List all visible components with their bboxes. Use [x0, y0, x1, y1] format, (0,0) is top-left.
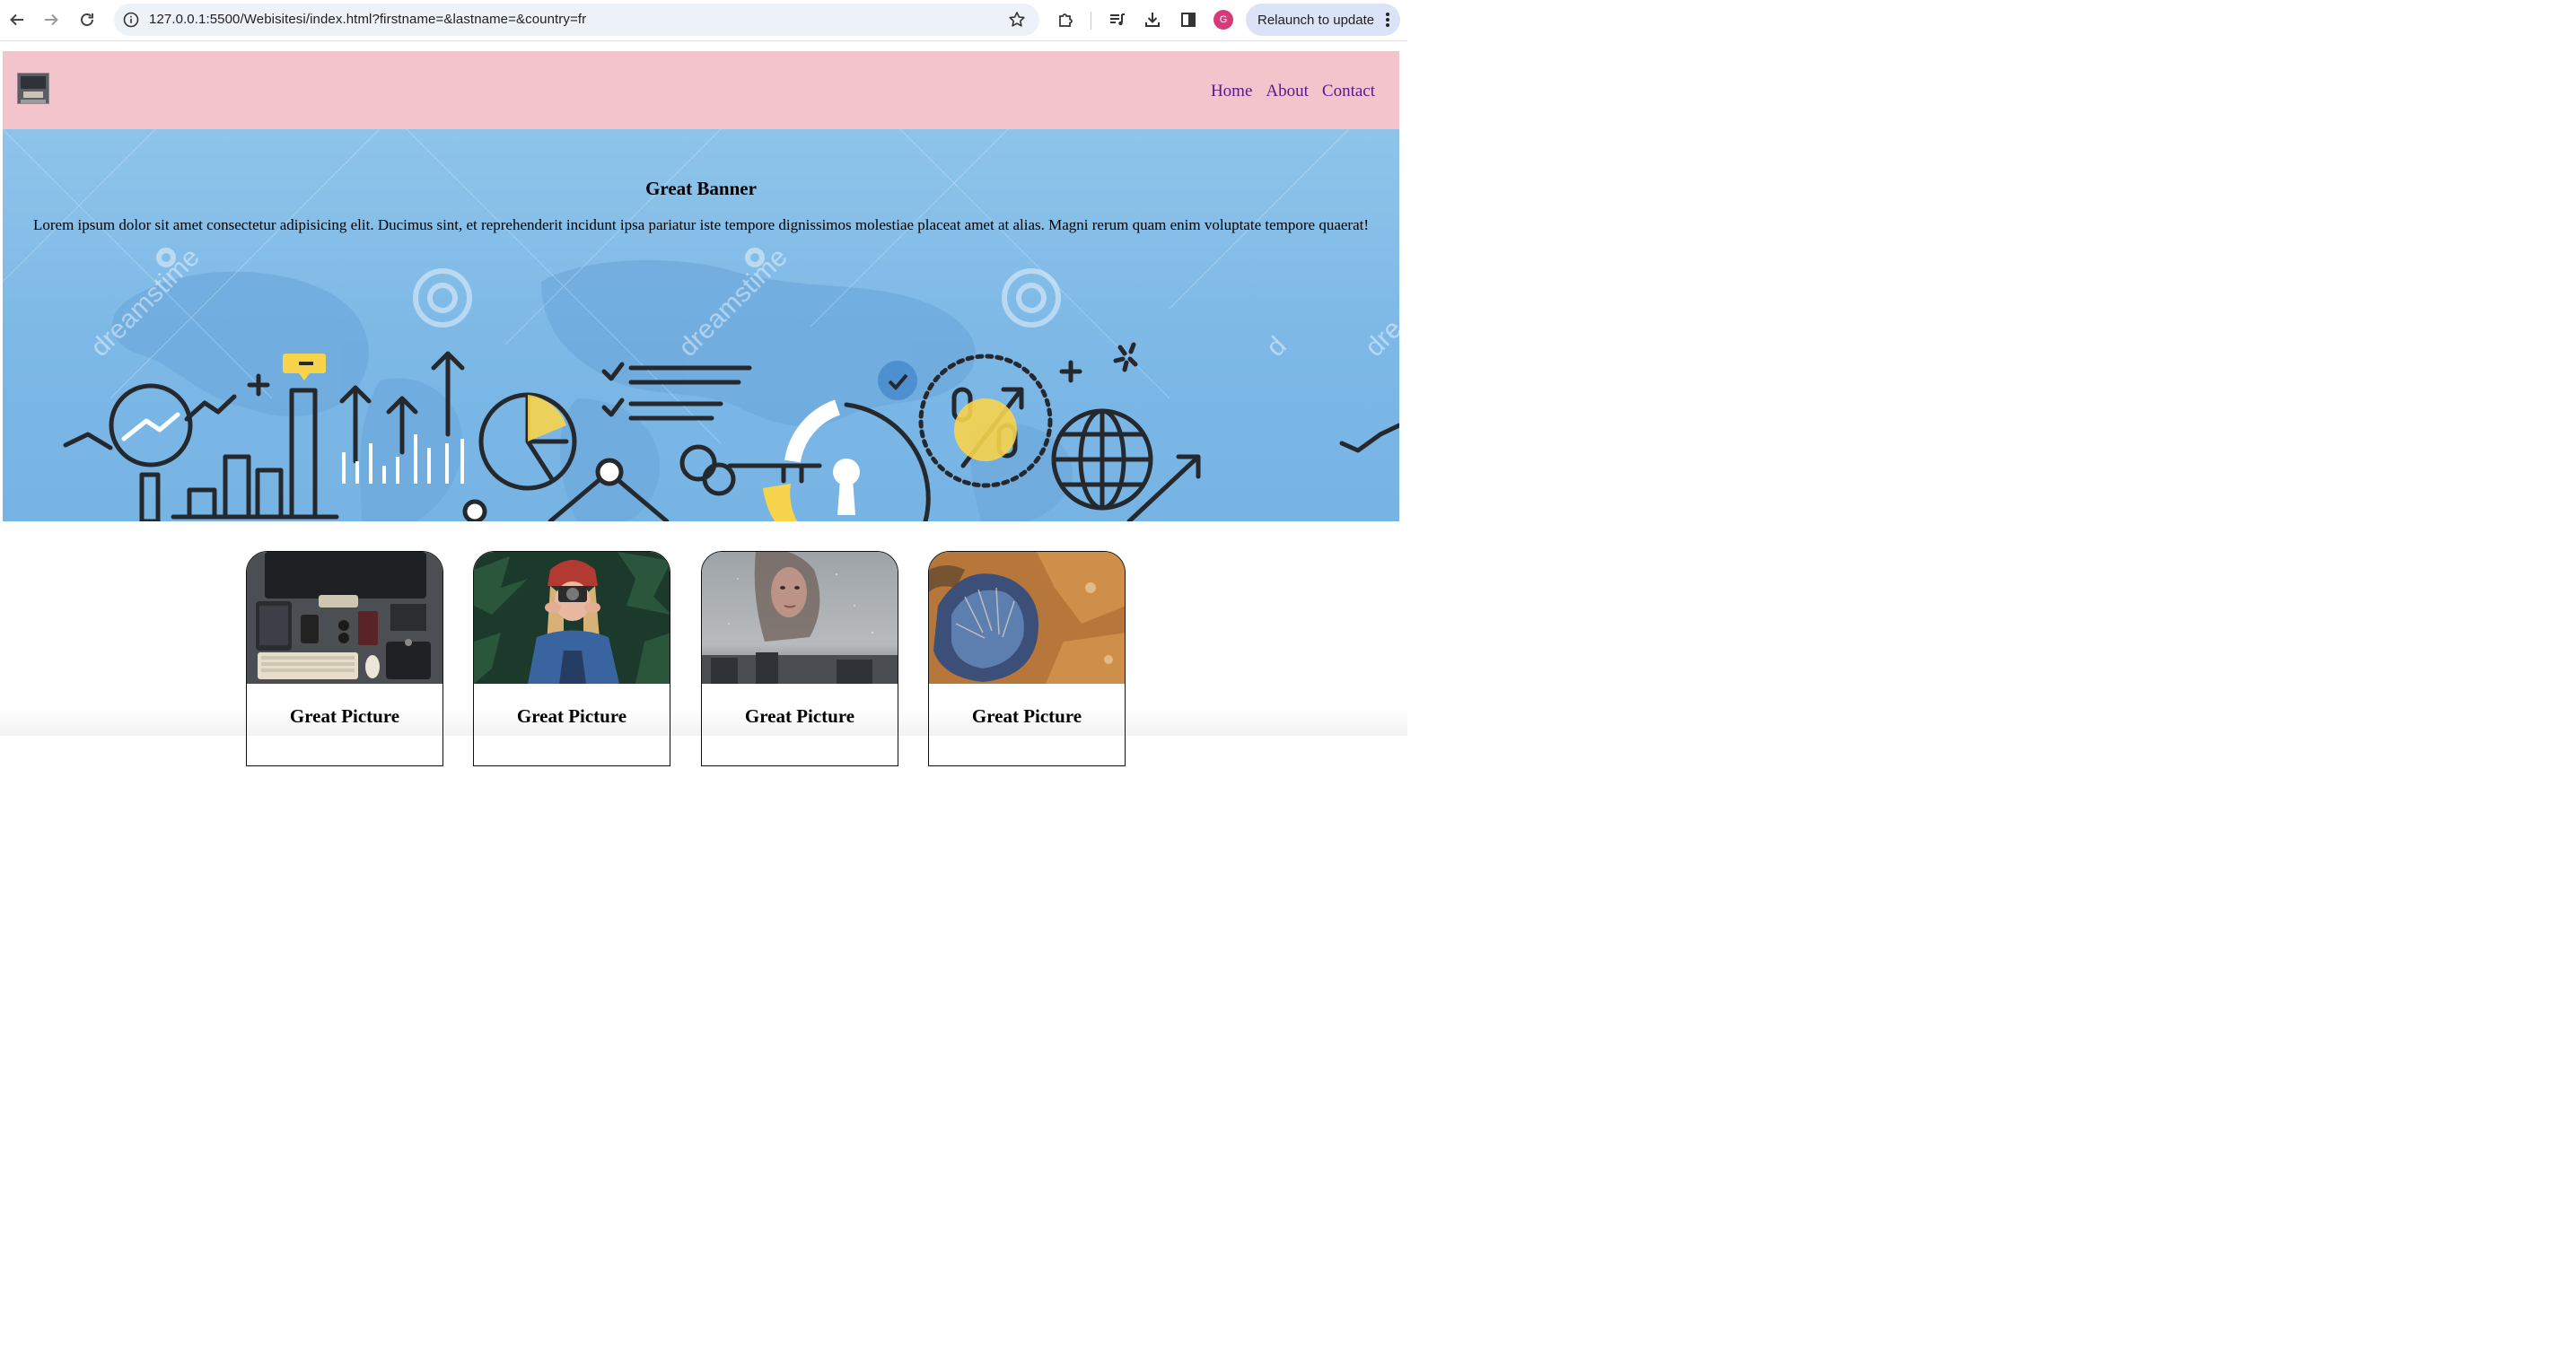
url-text[interactable]: 127.0.0.1:5500/Webisitesi/index.html?fir…	[149, 12, 586, 27]
card-title: Great Picture	[971, 705, 1082, 727]
side-panel-button[interactable]	[1176, 7, 1201, 32]
extensions-button[interactable]	[1053, 7, 1078, 32]
svg-text:d: d	[1261, 331, 1292, 363]
forward-arrow-icon	[45, 13, 58, 26]
puzzle-icon	[1059, 13, 1073, 27]
forward-button[interactable]	[39, 7, 64, 32]
relaunch-label: Relaunch to update	[1257, 12, 1375, 28]
nav-link-home[interactable]: Home	[1211, 82, 1252, 101]
downloads-button[interactable]	[1140, 7, 1165, 32]
card-window-portrait[interactable]: Great Picture	[701, 551, 898, 766]
site-logo[interactable]	[17, 73, 49, 104]
playlist-icon	[1110, 13, 1125, 26]
reload-button[interactable]	[74, 7, 100, 32]
aerial-crater-image	[929, 552, 1125, 684]
banner-title: Great Banner	[645, 178, 757, 199]
card-title: Great Picture	[289, 705, 400, 727]
address-bar[interactable]: 127.0.0.1:5500/Webisitesi/index.html?fir…	[114, 4, 1039, 36]
relaunch-button[interactable]: Relaunch to update	[1246, 4, 1400, 36]
download-icon	[1145, 13, 1160, 27]
card-title: Great Picture	[516, 705, 627, 727]
reload-icon	[81, 13, 93, 26]
desk-workspace-image	[247, 552, 442, 684]
nav-link-about[interactable]: About	[1266, 82, 1309, 101]
woman-behind-window-image	[702, 552, 898, 684]
main-nav: Home About Contact	[1211, 82, 1375, 101]
bookmark-star-icon[interactable]	[1007, 10, 1027, 30]
media-controls-button[interactable]	[1105, 7, 1130, 32]
banner-description: Lorem ipsum dolor sit amet consectetur a…	[32, 216, 1369, 233]
site-info-icon[interactable]	[121, 10, 141, 30]
card-title: Great Picture	[744, 705, 855, 727]
card-photographer[interactable]: Great Picture	[473, 551, 670, 766]
back-button[interactable]	[4, 7, 30, 32]
hero-banner: dreamstime dreamstime d dre Great Banner…	[3, 129, 1399, 521]
nav-link-contact[interactable]: Contact	[1322, 82, 1375, 101]
svg-text:dre: dre	[1360, 314, 1399, 363]
profile-avatar[interactable]: G	[1214, 10, 1233, 30]
more-menu-icon[interactable]	[1385, 12, 1390, 28]
side-panel-icon	[1181, 13, 1196, 27]
site-header: Home About Contact	[3, 51, 1399, 129]
back-arrow-icon	[10, 13, 23, 26]
card-crater[interactable]: Great Picture	[928, 551, 1126, 766]
browser-toolbar: 127.0.0.1:5500/Webisitesi/index.html?fir…	[0, 0, 1407, 41]
card-desk[interactable]: Great Picture	[246, 551, 443, 766]
woman-with-camera-image	[474, 552, 670, 684]
